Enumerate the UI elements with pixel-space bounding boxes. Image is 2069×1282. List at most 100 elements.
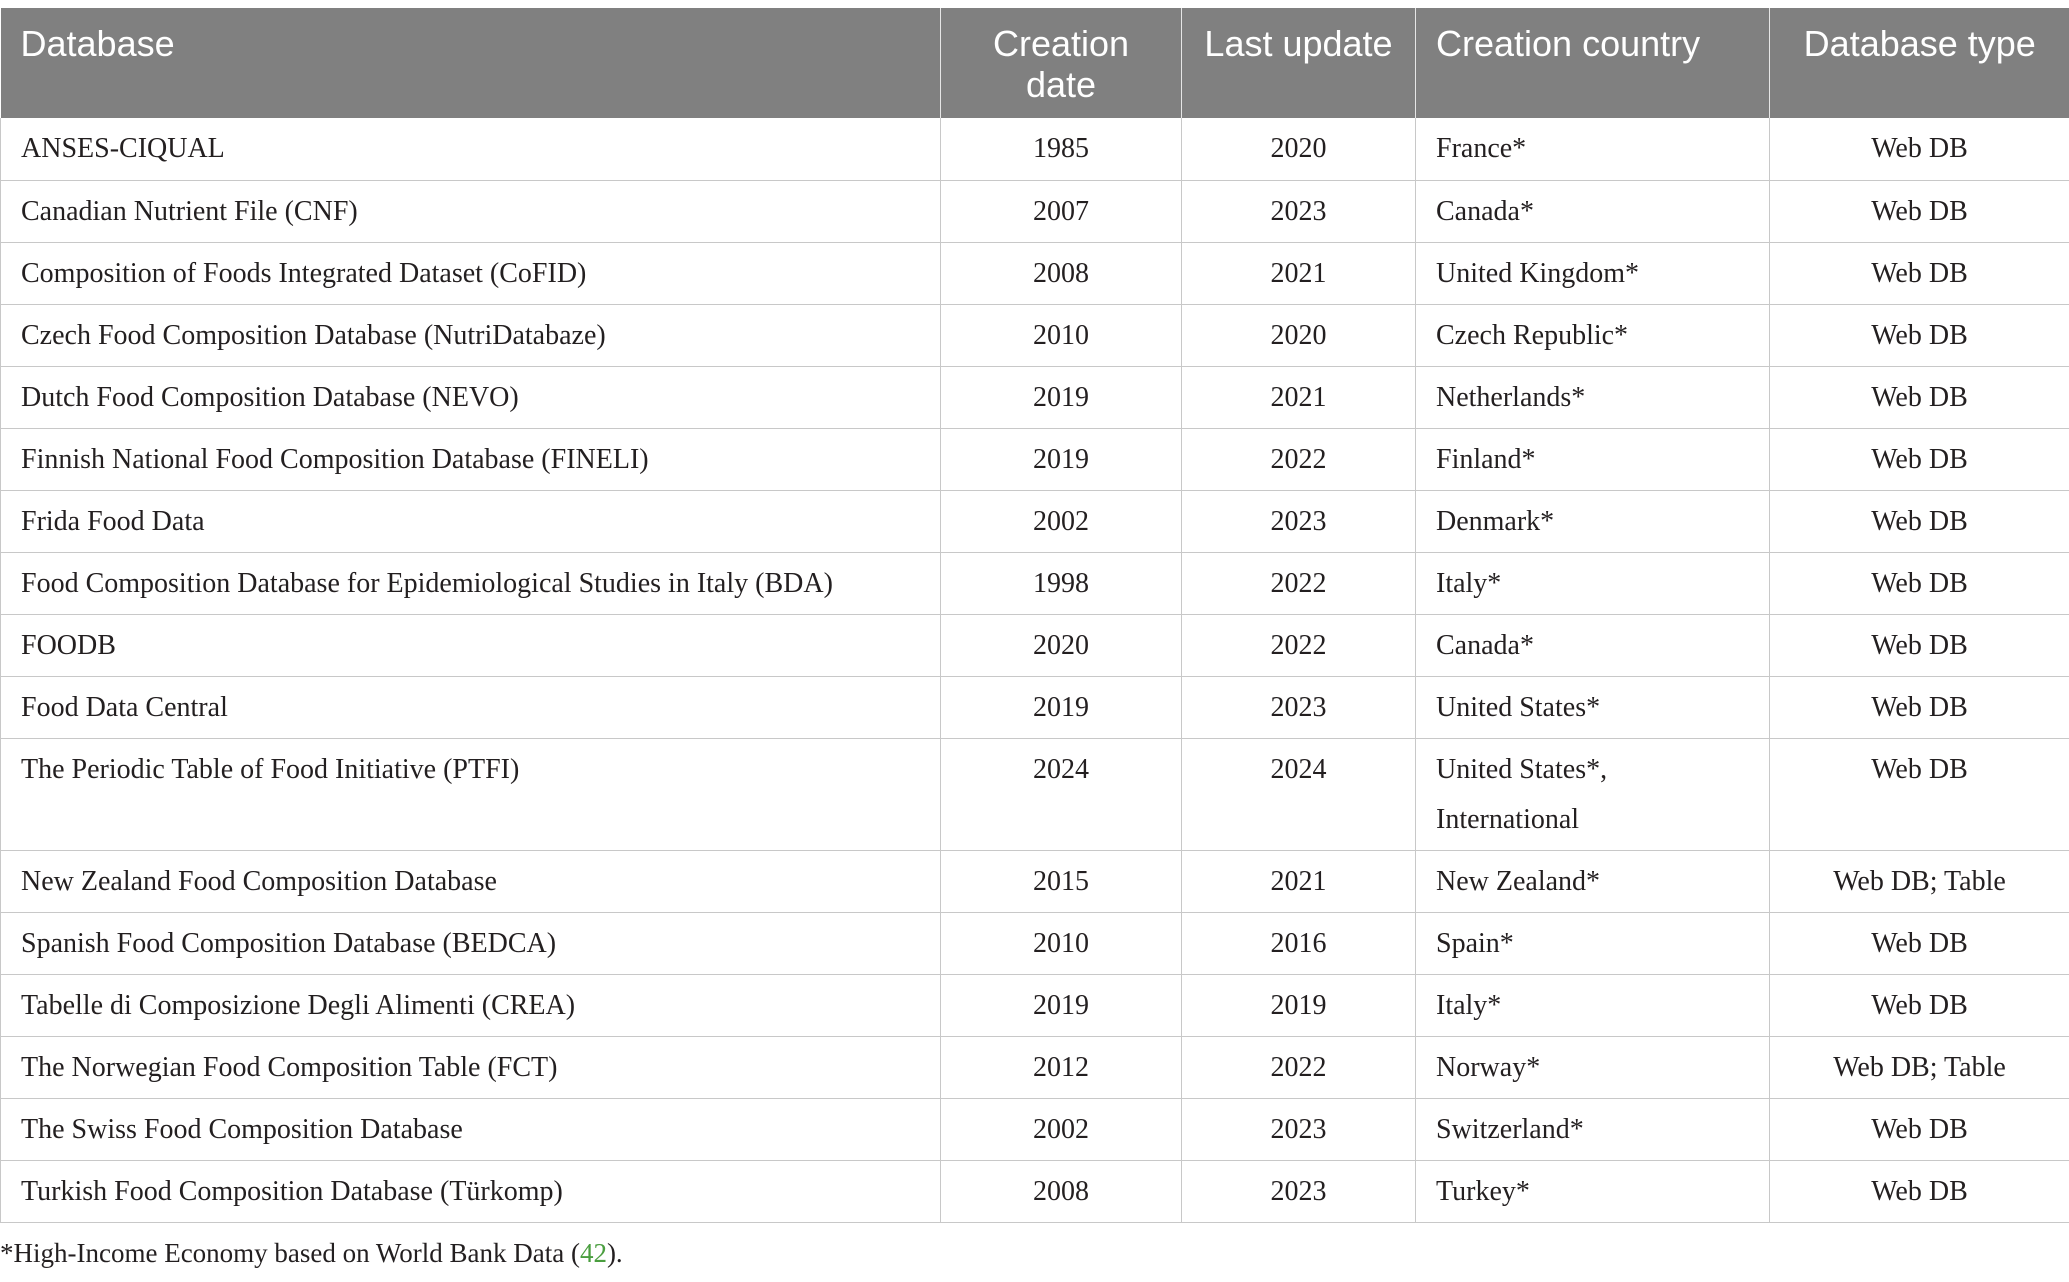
cell-database-type: Web DB xyxy=(1769,974,2069,1037)
cell-database-type: Web DB xyxy=(1769,1160,2069,1223)
cell-creation-date: 2010 xyxy=(940,912,1182,975)
cell-database: Dutch Food Composition Database (NEVO) xyxy=(0,366,941,429)
table-body: ANSES-CIQUAL 1985 2020 France* Web DB Canadia… xyxy=(0,118,2069,1223)
cell-creation-date: 2012 xyxy=(940,1036,1182,1099)
cell-database-type: Web DB xyxy=(1769,1098,2069,1161)
cell-creation-date: 2019 xyxy=(940,366,1182,429)
cell-last-update: 2022 xyxy=(1181,428,1416,491)
cell-database: The Periodic Table of Food Initiative (P… xyxy=(0,738,941,851)
cell-last-update: 2021 xyxy=(1181,850,1416,913)
cell-creation-country: Italy* xyxy=(1415,552,1770,615)
cell-creation-date: 2002 xyxy=(940,1098,1182,1161)
cell-database-type: Web DB xyxy=(1769,912,2069,975)
cell-database: The Norwegian Food Composition Table (FC… xyxy=(0,1036,941,1099)
cell-database: The Swiss Food Composition Database xyxy=(0,1098,941,1161)
table-header: Database Creation date Last update Creation… xyxy=(0,8,2069,118)
cell-creation-date: 2020 xyxy=(940,614,1182,677)
cell-creation-country: Czech Republic* xyxy=(1415,304,1770,367)
country-line: International xyxy=(1436,803,1580,835)
cell-creation-date: 2008 xyxy=(940,242,1182,305)
table-row: Frida Food Data 2002 2023 Denmark* Web DB xyxy=(0,490,2069,553)
table-row: Spanish Food Composition Database (BEDCA… xyxy=(0,912,2069,975)
cell-last-update: 2023 xyxy=(1181,1098,1416,1161)
cell-creation-date: 2019 xyxy=(940,428,1182,491)
cell-database: Czech Food Composition Database (NutriDa… xyxy=(0,304,941,367)
table-row: Canadian Nutrient File (CNF) 2007 2023 Cana… xyxy=(0,180,2069,243)
table-row: Dutch Food Composition Database (NEVO) 20… xyxy=(0,366,2069,429)
cell-database: New Zealand Food Composition Database xyxy=(0,850,941,913)
cell-database: Food Data Central xyxy=(0,676,941,739)
cell-last-update: 2020 xyxy=(1181,304,1416,367)
table-footnote: *High-Income Economy based on World Bank… xyxy=(0,1236,623,1270)
footnote-text-end: ). xyxy=(606,1238,623,1268)
cell-creation-date: 2015 xyxy=(940,850,1182,913)
cell-database-type: Web DB xyxy=(1769,428,2069,491)
cell-database-type: Web DB xyxy=(1769,242,2069,305)
cell-database-type: Web DB xyxy=(1769,614,2069,677)
cell-creation-country: Finland* xyxy=(1415,428,1770,491)
cell-database-type: Web DB xyxy=(1769,180,2069,243)
cell-database: ANSES-CIQUAL xyxy=(0,118,941,181)
cell-last-update: 2022 xyxy=(1181,1036,1416,1099)
cell-creation-country: Canada* xyxy=(1415,180,1770,243)
cell-database-type: Web DB xyxy=(1769,118,2069,181)
cell-database-type: Web DB xyxy=(1769,738,2069,851)
cell-creation-date: 2002 xyxy=(940,490,1182,553)
header-last-update: Last update xyxy=(1181,8,1416,118)
cell-last-update: 2021 xyxy=(1181,242,1416,305)
table-row: Czech Food Composition Database (NutriDa… xyxy=(0,304,2069,367)
cell-database: FOODB xyxy=(0,614,941,677)
header-database-type: Database type xyxy=(1769,8,2069,118)
cell-last-update: 2023 xyxy=(1181,676,1416,739)
cell-creation-date: 2024 xyxy=(940,738,1182,851)
cell-creation-country: Netherlands* xyxy=(1415,366,1770,429)
cell-database: Food Composition Database for Epidemiolo… xyxy=(0,552,941,615)
cell-creation-country: Canada* xyxy=(1415,614,1770,677)
cell-creation-country: United Kingdom* xyxy=(1415,242,1770,305)
table-row: Tabelle di Composizione Degli Alimenti (… xyxy=(0,974,2069,1037)
cell-creation-country: New Zealand* xyxy=(1415,850,1770,913)
cell-last-update: 2023 xyxy=(1181,180,1416,243)
table-row: The Swiss Food Composition Database 2002 2… xyxy=(0,1098,2069,1161)
cell-database-type: Web DB xyxy=(1769,552,2069,615)
table-row: Food Data Central 2019 2023 United States* W… xyxy=(0,676,2069,739)
cell-database: Turkish Food Composition Database (Türko… xyxy=(0,1160,941,1223)
cell-creation-date: 2007 xyxy=(940,180,1182,243)
cell-creation-country: France* xyxy=(1415,118,1770,181)
cell-last-update: 2019 xyxy=(1181,974,1416,1037)
table-row: Food Composition Database for Epidemiolo… xyxy=(0,552,2069,615)
table-row: The Periodic Table of Food Initiative (P… xyxy=(0,738,2069,851)
header-database: Database xyxy=(0,8,941,118)
cell-creation-date: 2019 xyxy=(940,974,1182,1037)
reference-link[interactable]: 42 xyxy=(580,1238,607,1268)
cell-creation-country: United States*, International xyxy=(1415,738,1770,851)
database-table-container: Database Creation date Last update Creation… xyxy=(0,8,2069,1223)
table-row: Composition of Foods Integrated Dataset … xyxy=(0,242,2069,305)
cell-last-update: 2021 xyxy=(1181,366,1416,429)
cell-last-update: 2016 xyxy=(1181,912,1416,975)
table-row: Turkish Food Composition Database (Türko… xyxy=(0,1160,2069,1223)
cell-creation-date: 2010 xyxy=(940,304,1182,367)
cell-database: Tabelle di Composizione Degli Alimenti (… xyxy=(0,974,941,1037)
country-line: United States*, xyxy=(1436,753,1608,785)
cell-database: Composition of Foods Integrated Dataset … xyxy=(0,242,941,305)
cell-creation-date: 2019 xyxy=(940,676,1182,739)
table-row: FOODB 2020 2022 Canada* Web DB xyxy=(0,614,2069,677)
cell-database-type: Web DB xyxy=(1769,366,2069,429)
cell-last-update: 2020 xyxy=(1181,118,1416,181)
table-row: The Norwegian Food Composition Table (FC… xyxy=(0,1036,2069,1099)
footnote-text: *High-Income Economy based on World Bank… xyxy=(0,1238,580,1268)
cell-creation-country: Denmark* xyxy=(1415,490,1770,553)
cell-database: Frida Food Data xyxy=(0,490,941,553)
cell-creation-country: Norway* xyxy=(1415,1036,1770,1099)
cell-database-type: Web DB xyxy=(1769,304,2069,367)
table-row: Finnish National Food Composition Databa… xyxy=(0,428,2069,491)
cell-database: Spanish Food Composition Database (BEDCA… xyxy=(0,912,941,975)
cell-creation-country: Spain* xyxy=(1415,912,1770,975)
cell-last-update: 2024 xyxy=(1181,738,1416,851)
table-row: New Zealand Food Composition Database 201… xyxy=(0,850,2069,913)
cell-database-type: Web DB xyxy=(1769,490,2069,553)
header-creation-country: Creation country xyxy=(1415,8,1770,118)
cell-last-update: 2022 xyxy=(1181,552,1416,615)
cell-creation-date: 1998 xyxy=(940,552,1182,615)
